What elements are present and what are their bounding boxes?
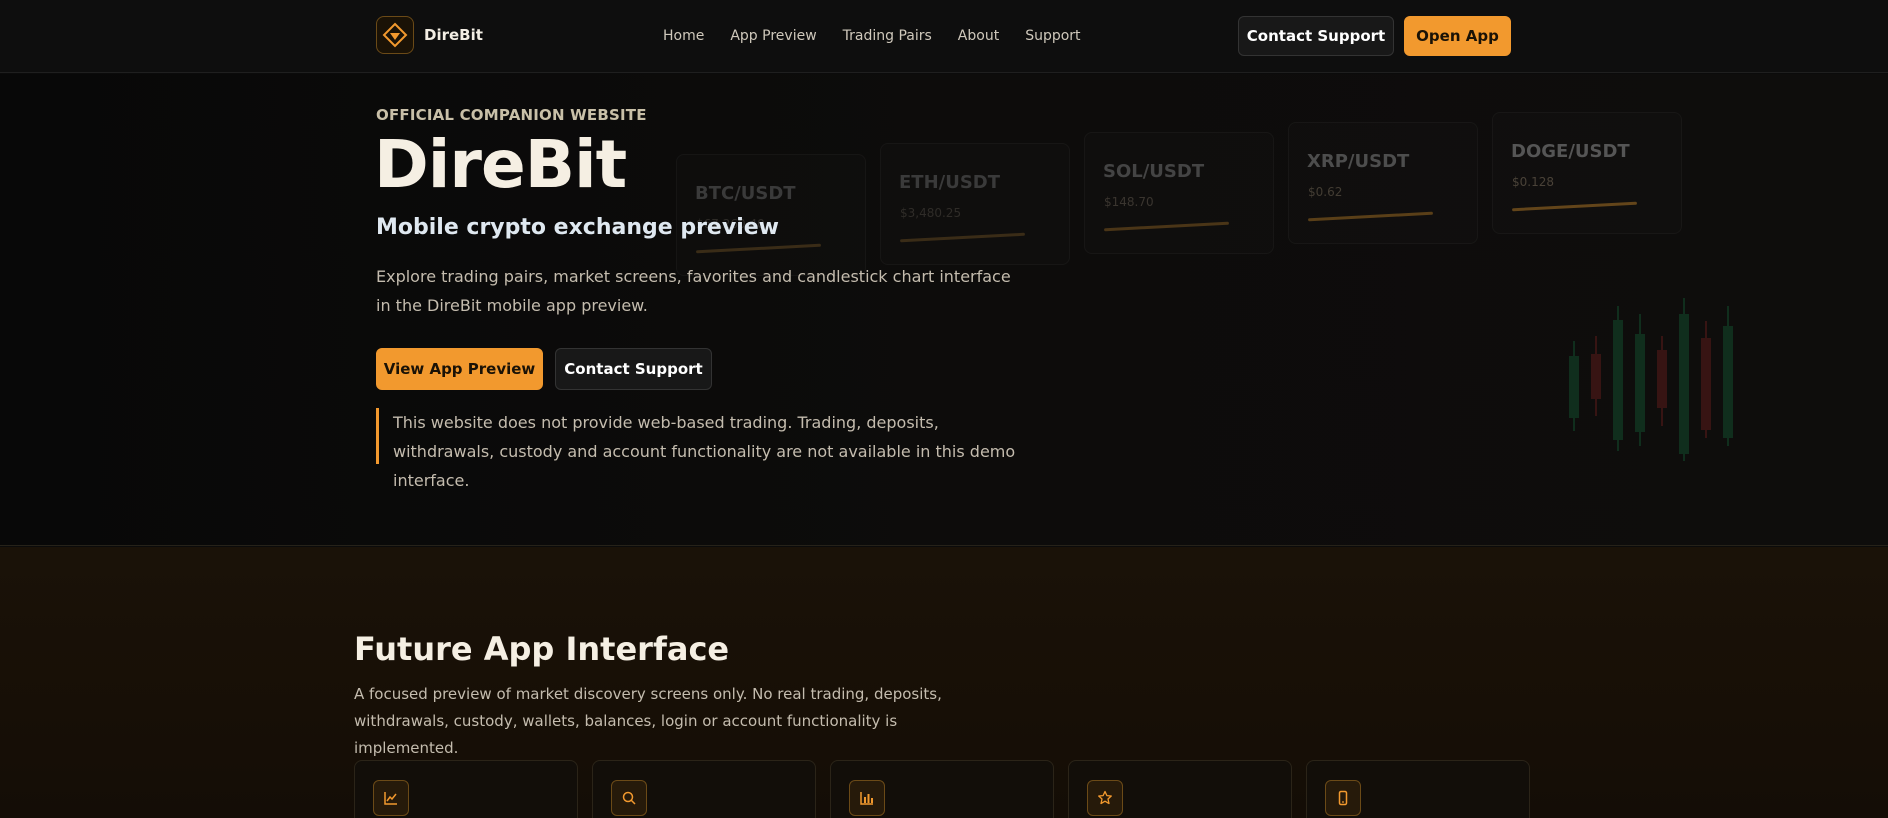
open-app-button[interactable]: Open App: [1404, 16, 1511, 56]
search-icon: [611, 780, 647, 816]
ticker-sparkline: [1308, 211, 1433, 222]
hero-section: BTC/USDT $67,260.40 ETH/USDT $3,480.25 S…: [0, 74, 1888, 546]
ticker-price: $3,480.25: [900, 206, 962, 220]
star-icon: [1087, 780, 1123, 816]
ticker-pair: DOGE/USDT: [1511, 141, 1630, 162]
bar-chart-icon: [849, 780, 885, 816]
decorative-candlestick-chart: [1569, 298, 1733, 461]
ticker-pair: SOL/USDT: [1103, 161, 1205, 182]
feature-card[interactable]: [592, 760, 816, 818]
hero-eyebrow: OFFICIAL COMPANION WEBSITE: [376, 106, 647, 124]
top-navbar: DireBit Home App Preview Trading Pairs A…: [0, 0, 1888, 73]
ticker-sparkline: [1512, 201, 1637, 212]
nav-link-app-preview[interactable]: App Preview: [730, 28, 816, 44]
ticker-pair: BTC/USDT: [695, 183, 796, 204]
hero-contact-support-button[interactable]: Contact Support: [555, 348, 712, 390]
ticker-pair: XRP/USDT: [1307, 151, 1410, 172]
ticker-card: DOGE/USDT $0.128: [1492, 112, 1682, 234]
ticker-price: $0.128: [1512, 175, 1554, 189]
hero-title: DireBit: [374, 126, 627, 203]
section-description: A focused preview of market discovery sc…: [354, 685, 942, 757]
hero-subtitle: Mobile crypto exchange preview: [376, 215, 779, 240]
smartphone-icon: [1325, 780, 1361, 816]
nav-link-home[interactable]: Home: [663, 28, 704, 44]
ticker-price: $0.62: [1308, 185, 1343, 199]
section-title: Future App Interface: [354, 630, 730, 668]
hero-description: Explore trading pairs, market screens, f…: [376, 267, 1011, 315]
ticker-sparkline: [696, 243, 821, 254]
feature-card[interactable]: [1306, 760, 1530, 818]
ticker-sparkline: [900, 232, 1025, 243]
contact-support-button[interactable]: Contact Support: [1238, 16, 1394, 56]
ticker-pair: ETH/USDT: [899, 172, 1001, 193]
ticker-card: XRP/USDT $0.62: [1288, 122, 1478, 244]
future-app-interface-section: Future App Interface A focused preview o…: [0, 547, 1888, 818]
nav-link-trading-pairs[interactable]: Trading Pairs: [843, 28, 932, 44]
direbit-logo-icon: [376, 16, 414, 54]
view-app-preview-button[interactable]: View App Preview: [376, 348, 543, 390]
line-chart-icon: [373, 780, 409, 816]
brand-name: DireBit: [424, 26, 483, 44]
main-nav: Home App Preview Trading Pairs About Sup…: [663, 28, 1081, 44]
ticker-price: $148.70: [1104, 195, 1154, 209]
nav-link-support[interactable]: Support: [1025, 28, 1080, 44]
feature-card[interactable]: [830, 760, 1054, 818]
ticker-card: ETH/USDT $3,480.25: [880, 143, 1070, 265]
feature-card[interactable]: [354, 760, 578, 818]
ticker-card: SOL/USDT $148.70: [1084, 132, 1274, 254]
disclaimer-notice: This website does not provide web-based …: [376, 408, 1026, 490]
ticker-sparkline: [1104, 221, 1229, 232]
brand[interactable]: DireBit: [376, 16, 483, 54]
feature-card[interactable]: [1068, 760, 1292, 818]
nav-link-about[interactable]: About: [958, 28, 999, 44]
